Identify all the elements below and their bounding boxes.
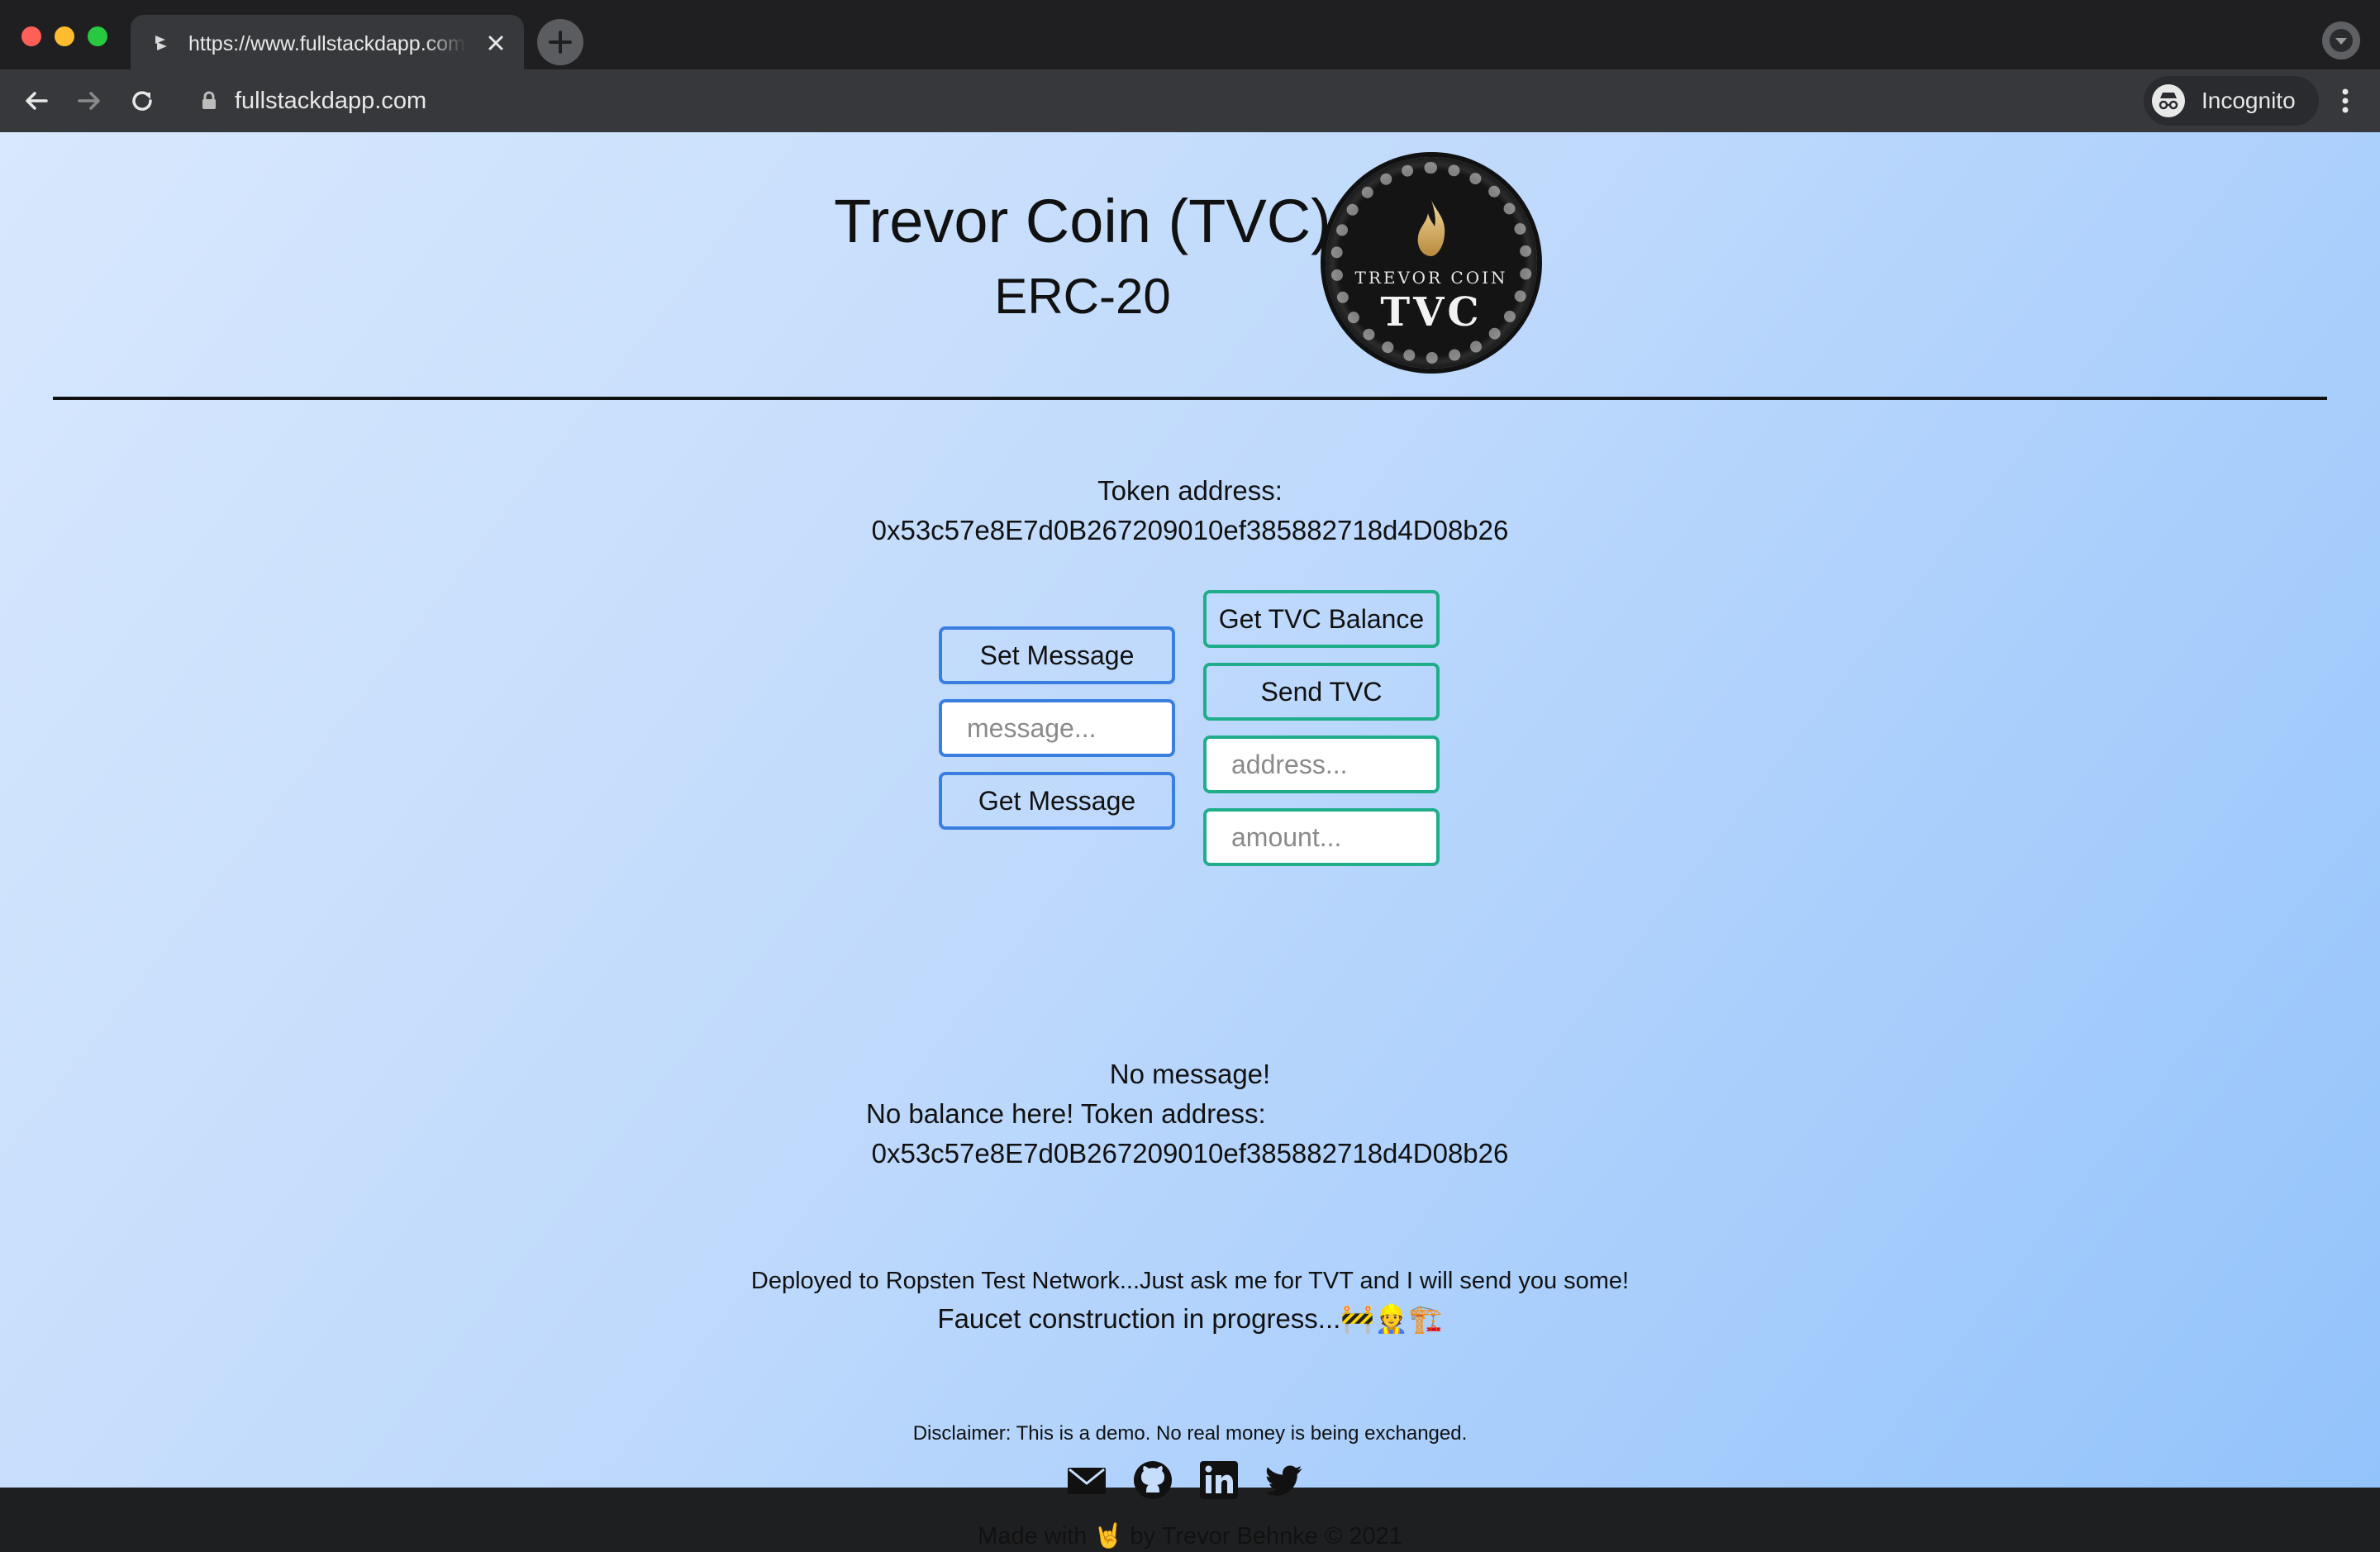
amount-input[interactable] <box>1203 808 1440 866</box>
get-tvc-balance-button[interactable]: Get TVC Balance <box>1203 590 1440 648</box>
logo-coin-name: TREVOR COIN <box>1354 268 1508 288</box>
made-with-credit: Made with 🤘 by Trevor Behnke © 2021 <box>978 1523 1402 1550</box>
incognito-label: Incognito <box>2202 88 2296 113</box>
tab-title: https://www.fullstackdapp.com <box>188 32 465 55</box>
new-tab-button[interactable] <box>537 19 583 65</box>
minimize-window-button[interactable] <box>55 26 74 46</box>
github-icon[interactable] <box>1132 1459 1173 1501</box>
linkedin-icon[interactable] <box>1198 1459 1240 1501</box>
browser-menu-icon[interactable] <box>2330 84 2360 117</box>
flame-icon <box>1417 200 1445 256</box>
incognito-icon <box>2152 84 2185 117</box>
tab-search-button[interactable] <box>2322 21 2360 60</box>
disclaimer-text: Disclaimer: This is a demo. No real mone… <box>912 1422 1468 1445</box>
header-divider <box>53 397 2327 400</box>
chevron-down-icon <box>2330 29 2353 52</box>
tvc-logo: TREVOR COIN TVC <box>1326 157 1537 369</box>
send-tvc-button[interactable]: Send TVC <box>1203 663 1440 721</box>
balance-status: No balance here! Token address: <box>866 1098 1266 1129</box>
deploy-note: Deployed to Ropsten Test Network...Just … <box>750 1268 1630 1294</box>
page-content: Trevor Coin (TVC) ERC-20 TREVOR COIN TVC… <box>0 132 2380 1550</box>
address-bar[interactable]: fullstackdapp.com <box>183 76 2297 126</box>
close-tab-icon[interactable] <box>484 31 507 55</box>
browser-tab-bar: https://www.fullstackdapp.com <box>0 0 2380 69</box>
url-text[interactable]: fullstackdapp.com <box>235 88 426 114</box>
reload-icon[interactable] <box>126 84 159 117</box>
twitter-icon[interactable] <box>1264 1459 1306 1501</box>
forward-arrow-icon[interactable] <box>73 84 106 117</box>
lock-icon[interactable] <box>200 91 218 111</box>
get-message-button[interactable]: Get Message <box>939 772 1175 830</box>
mail-icon[interactable] <box>1066 1459 1107 1501</box>
page-subtitle: ERC-20 <box>994 269 1171 324</box>
incognito-profile-button[interactable]: Incognito <box>2144 76 2319 126</box>
token-address-label: Token address: <box>1097 475 1283 506</box>
recipient-address-input[interactable] <box>1203 736 1440 793</box>
browser-tab[interactable]: https://www.fullstackdapp.com <box>131 15 524 69</box>
plus-icon <box>549 31 572 54</box>
token-address-value: 0x53c57e8E7d0B267209010ef385882718d4D08b… <box>871 515 1509 545</box>
logo-ticker: TVC <box>1380 289 1483 336</box>
social-links <box>1066 1459 1314 1502</box>
browser-toolbar: fullstackdapp.com Incognito <box>0 69 2380 132</box>
balance-token-address: 0x53c57e8E7d0B267209010ef385882718d4D08b… <box>871 1138 1509 1169</box>
set-message-button[interactable]: Set Message <box>939 626 1175 684</box>
page-title: Trevor Coin (TVC) <box>834 187 1331 255</box>
close-window-button[interactable] <box>21 26 41 46</box>
faucet-note: Faucet construction in progress...🚧👷🏗️ <box>937 1303 1443 1334</box>
site-favicon-icon <box>155 36 167 50</box>
message-status: No message! <box>1109 1059 1271 1089</box>
maximize-window-button[interactable] <box>88 26 107 46</box>
message-input[interactable] <box>939 699 1175 757</box>
back-arrow-icon[interactable] <box>20 84 53 117</box>
